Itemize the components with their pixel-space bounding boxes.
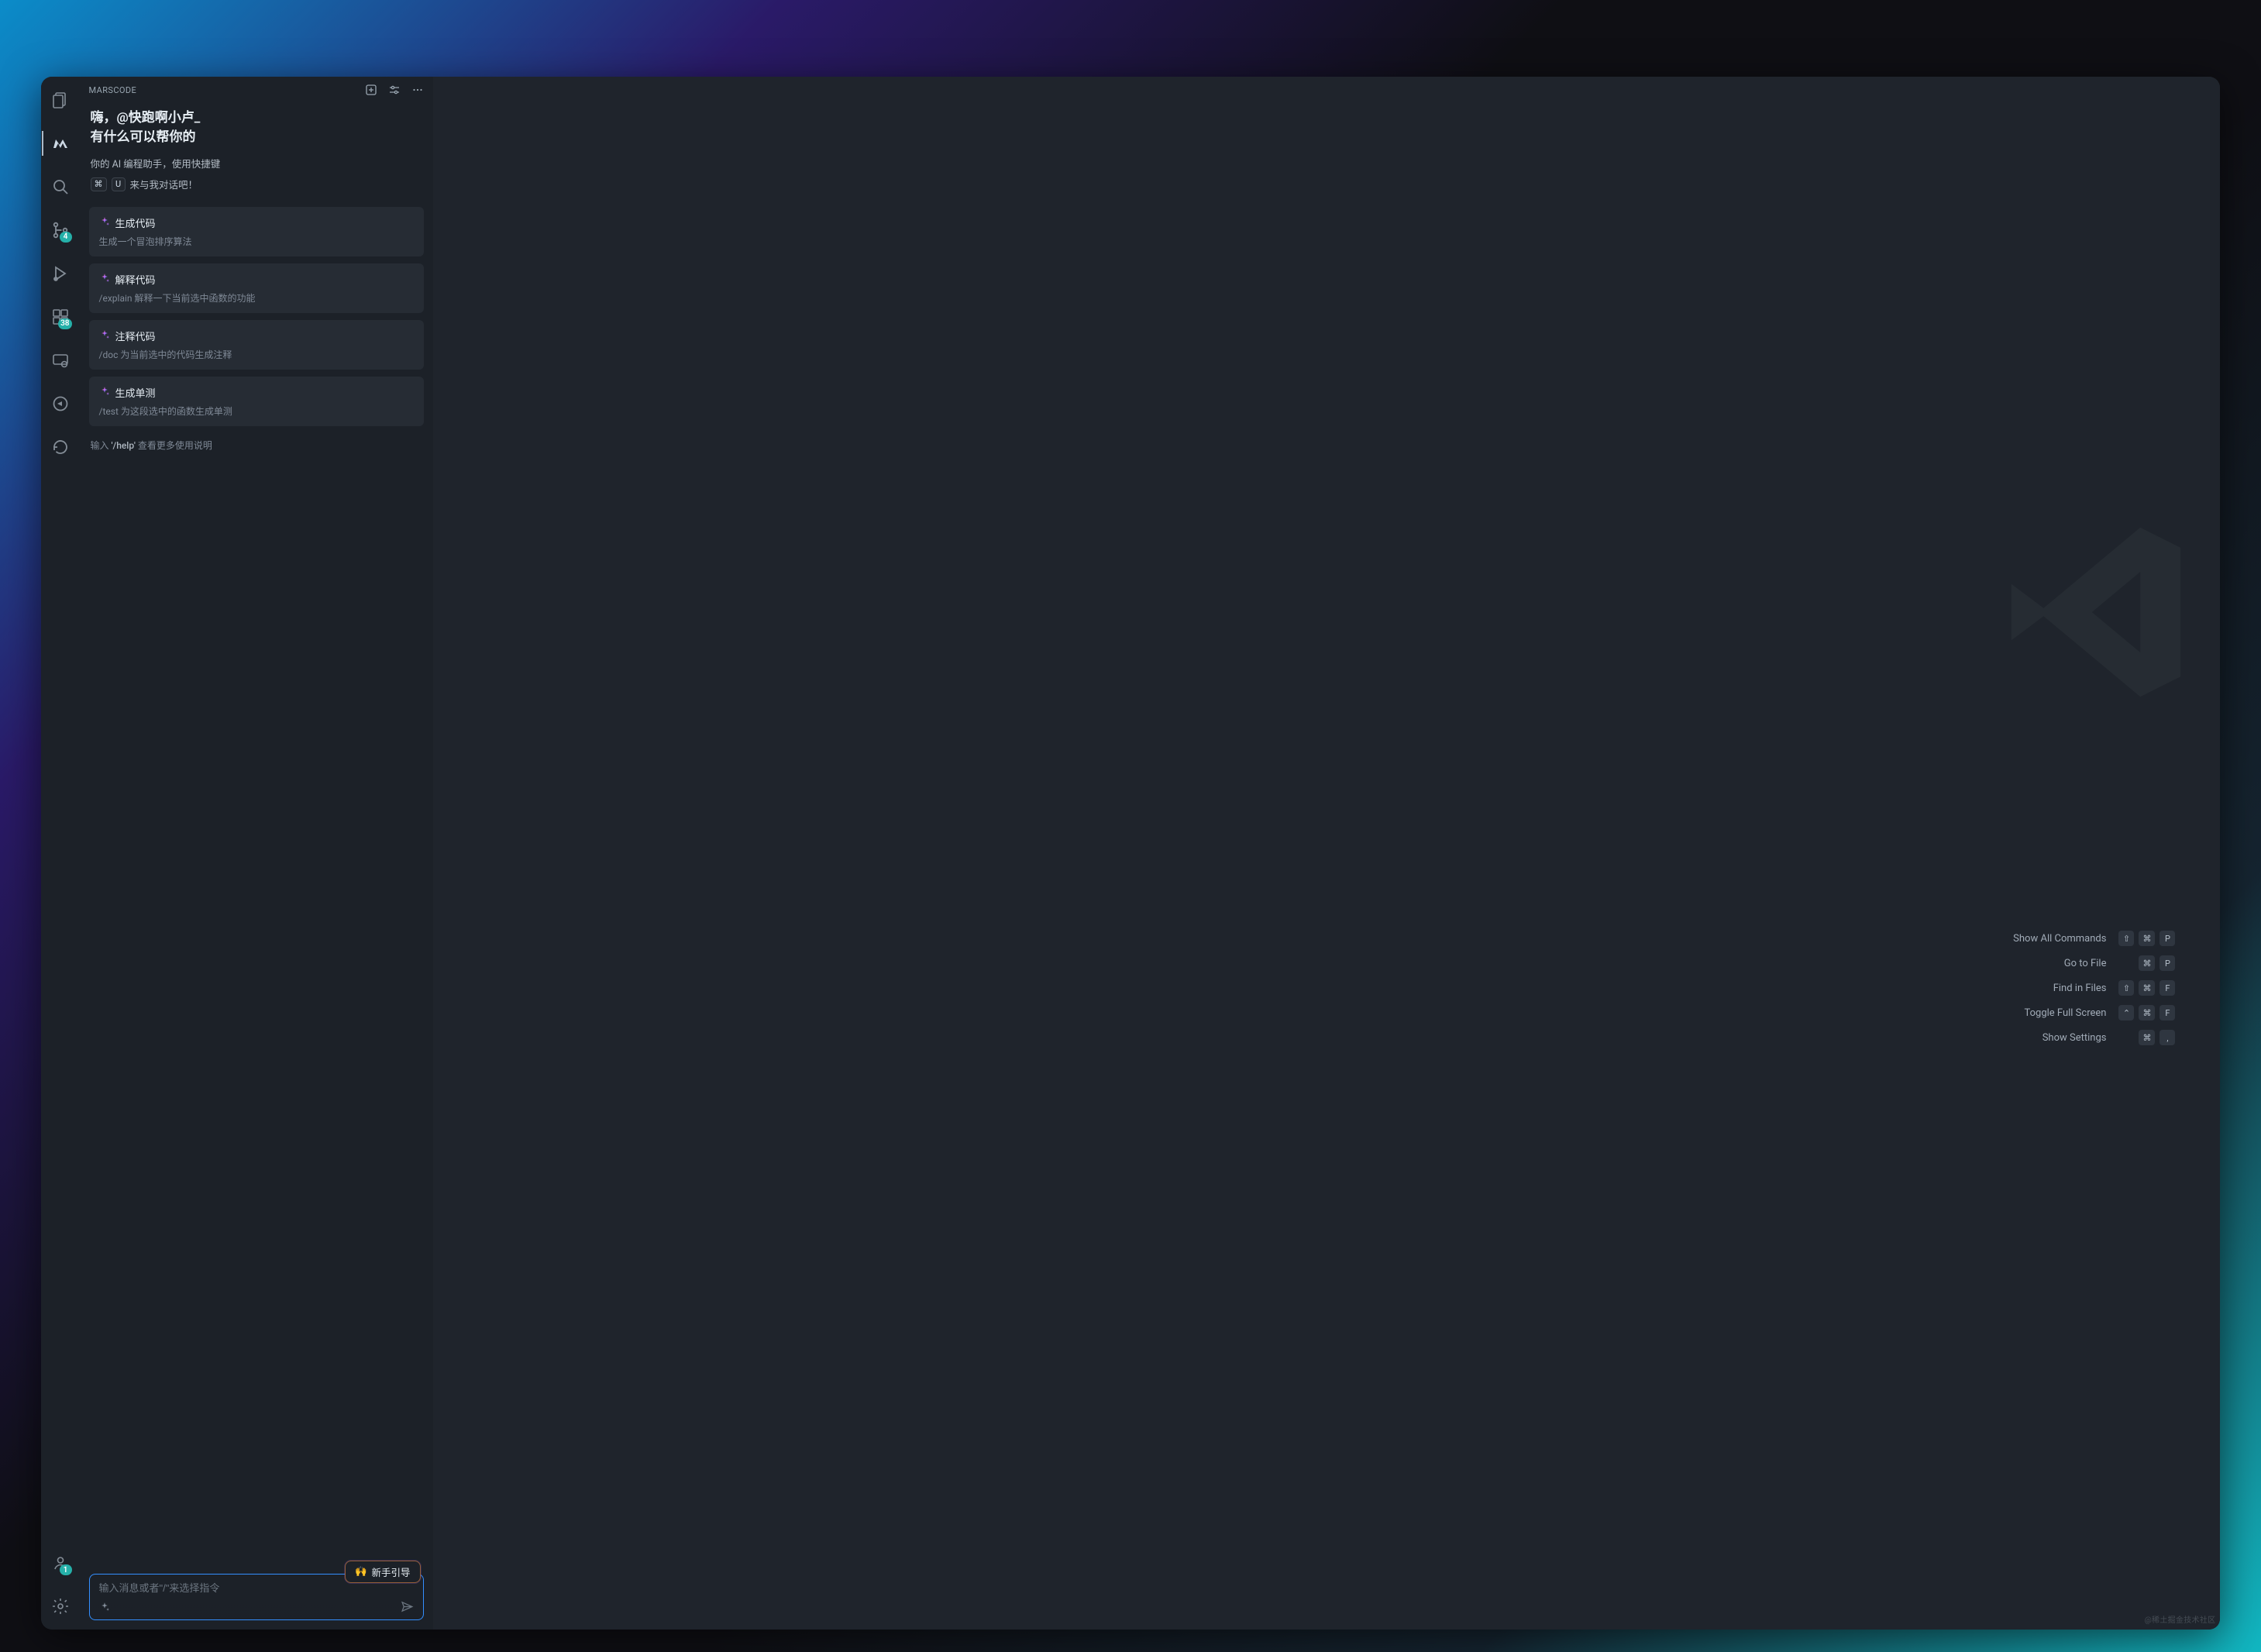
key: ⌘ <box>2139 980 2155 996</box>
card-title: 生成单测 <box>115 385 156 400</box>
shortcut-keys: ⇧ ⌘ P <box>2118 931 2175 946</box>
shortcut-hint: ⌘ U 来与我对话吧！ <box>91 177 422 191</box>
timer-icon[interactable] <box>45 388 76 419</box>
activity-bar-top: 4 38 <box>41 84 80 463</box>
key: ⇧ <box>2118 931 2134 946</box>
shortcut-label: Show All Commands <box>2013 933 2106 945</box>
shortcut-label: Toggle Full Screen <box>2025 1007 2107 1019</box>
extensions-icon[interactable]: 38 <box>45 301 76 332</box>
shortcut-keys: ⌘, <box>2139 1030 2175 1045</box>
source-control-icon[interactable]: 4 <box>45 215 76 246</box>
explorer-icon[interactable] <box>45 84 76 115</box>
key: ⌘ <box>2139 931 2155 946</box>
spark-icon <box>99 273 110 287</box>
panel-actions <box>365 84 424 96</box>
key: ⇧ <box>2118 980 2134 996</box>
app-window: 4 38 1 <box>41 77 2221 1630</box>
send-icon[interactable] <box>401 1600 414 1613</box>
shortcut-label: Find in Files <box>2053 983 2107 994</box>
greeting: 嗨，@快跑啊小卢_ 有什么可以帮你的 你的 AI 编程助手，使用快捷键 ⌘ U … <box>80 104 433 191</box>
guide-emoji-icon: 🙌 <box>355 1566 367 1578</box>
key: ⌘ <box>2139 1030 2155 1045</box>
key: ⌃ <box>2118 1005 2134 1020</box>
suggestion-card[interactable]: 注释代码/doc 为当前选中的代码生成注释 <box>89 320 424 370</box>
activity-bar-bottom: 1 <box>41 1547 80 1622</box>
shortcut-list: Show All Commands⇧⌘PGo to File⌘PFind in … <box>2013 931 2175 1045</box>
key: P <box>2159 955 2175 971</box>
activity-bar: 4 38 1 <box>41 77 80 1630</box>
marscode-panel: MARSCODE 嗨，@快跑啊小卢_ 有什么可以帮你的 你的 AI 编程助手，使… <box>80 77 433 1630</box>
vscode-logo-icon <box>1995 511 2197 713</box>
suggestion-card[interactable]: 解释代码/explain 解释一下当前选中函数的功能 <box>89 263 424 313</box>
chat-input-area: 🙌 新手引导 <box>80 1574 433 1630</box>
filter-settings-icon[interactable] <box>388 84 401 96</box>
run-debug-icon[interactable] <box>45 258 76 289</box>
shortcut-keys: ⇧ ⌘F <box>2118 980 2175 996</box>
card-title: 解释代码 <box>115 272 156 287</box>
ext-badge: 38 <box>58 318 71 329</box>
greeting-line1: 嗨，@快跑啊小卢_ <box>91 108 422 128</box>
chat-bottom-row <box>99 1600 414 1613</box>
key: F <box>2159 1005 2175 1020</box>
chat-input[interactable] <box>99 1582 414 1594</box>
remote-icon[interactable] <box>45 345 76 376</box>
key: P <box>2159 931 2175 946</box>
key: ⌘ <box>2139 955 2155 971</box>
accounts-badge: 1 <box>60 1564 72 1575</box>
new-chat-icon[interactable] <box>365 84 377 96</box>
card-desc: /test 为这段选中的函数生成单测 <box>99 404 414 418</box>
suggestion-card[interactable]: 生成代码生成一个冒泡排序算法 <box>89 207 424 256</box>
greeting-sub-post: 来与我对话吧！ <box>130 177 198 191</box>
kbd-u: U <box>112 177 126 191</box>
history-icon[interactable] <box>45 432 76 463</box>
watermark: @稀土掘金技术社区 <box>2145 1613 2216 1625</box>
spark-icon <box>99 329 110 343</box>
greeting-sub: 你的 AI 编程助手，使用快捷键 <box>91 157 422 173</box>
shortcut-label: Go to File <box>2064 958 2107 969</box>
panel-title: MARSCODE <box>89 85 137 95</box>
spark-icon <box>99 216 110 230</box>
marscode-icon[interactable] <box>45 128 76 159</box>
suggestion-card[interactable]: 生成单测/test 为这段选中的函数生成单测 <box>89 377 424 426</box>
key: ⌘ <box>2139 1005 2155 1020</box>
card-desc: 生成一个冒泡排序算法 <box>99 235 414 248</box>
greeting-line2: 有什么可以帮你的 <box>91 128 422 147</box>
panel-header: MARSCODE <box>80 77 433 104</box>
shortcut-keys: ⌃ ⌘ F <box>2118 1005 2175 1020</box>
editor-area: Show All Commands⇧⌘PGo to File⌘PFind in … <box>433 77 2221 1630</box>
settings-gear-icon[interactable] <box>45 1591 76 1622</box>
key: F <box>2159 980 2175 996</box>
suggestion-cards: 生成代码生成一个冒泡排序算法解释代码/explain 解释一下当前选中函数的功能… <box>80 191 433 429</box>
more-icon[interactable] <box>411 84 424 96</box>
newbie-guide-button[interactable]: 🙌 新手引导 <box>345 1561 421 1583</box>
card-title: 生成代码 <box>115 215 156 230</box>
key: , <box>2159 1030 2175 1045</box>
help-hint: 输入 '/help' 查看更多使用说明 <box>80 429 433 461</box>
kbd-cmd: ⌘ <box>91 177 107 191</box>
search-icon[interactable] <box>45 171 76 202</box>
shortcut-label: Show Settings <box>2042 1032 2107 1044</box>
accounts-icon[interactable]: 1 <box>45 1547 76 1578</box>
card-desc: /doc 为当前选中的代码生成注释 <box>99 348 414 361</box>
spark-icon[interactable] <box>99 1602 110 1612</box>
spark-icon <box>99 386 110 400</box>
shortcut-keys: ⌘P <box>2139 955 2175 971</box>
guide-label: 新手引导 <box>372 1564 411 1579</box>
card-title: 注释代码 <box>115 329 156 343</box>
scm-badge: 4 <box>60 232 72 243</box>
card-desc: /explain 解释一下当前选中函数的功能 <box>99 291 414 305</box>
